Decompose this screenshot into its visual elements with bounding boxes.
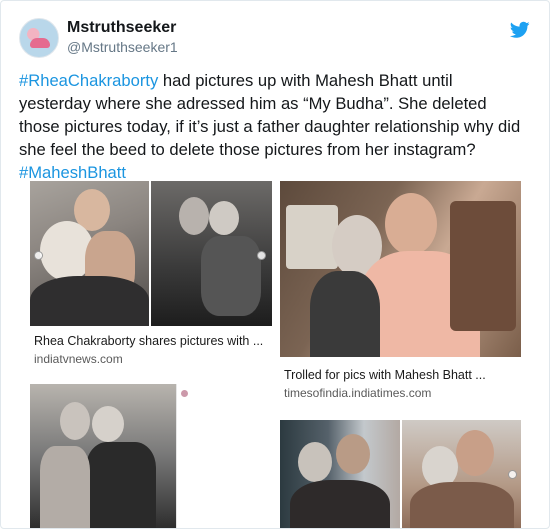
- image-result-1[interactable]: Rhea Chakraborty shares pictures with ..…: [30, 181, 272, 371]
- result-source[interactable]: timesofindia.indiatimes.com: [284, 386, 431, 400]
- photo-1-right: [151, 181, 272, 326]
- photo-4-left: [280, 420, 400, 528]
- carousel-dot-right[interactable]: [508, 470, 517, 479]
- image-result-4[interactable]: [280, 420, 521, 528]
- image-result-3[interactable]: [30, 384, 272, 528]
- photo-4-right: [402, 420, 521, 528]
- result-caption[interactable]: Rhea Chakraborty shares pictures with ..…: [34, 334, 263, 348]
- instagram-comments-screenshot: [176, 384, 272, 528]
- tweet-card: Mstruthseeker @Mstruthseeker1 #RheaChakr…: [0, 0, 550, 529]
- twitter-bird-icon[interactable]: [510, 21, 530, 39]
- photo-3: [30, 384, 176, 528]
- user-handle[interactable]: @Mstruthseeker1: [67, 39, 178, 55]
- photo-2: [280, 181, 521, 357]
- hashtag-rheachakraborty[interactable]: #RheaChakraborty: [19, 71, 158, 90]
- avatar[interactable]: [19, 18, 59, 58]
- carousel-dot-left[interactable]: [34, 251, 43, 260]
- hashtag-maheshbhatt[interactable]: #MaheshBhatt: [19, 163, 126, 182]
- tweet-text: #RheaChakraborty had pictures up with Ma…: [19, 69, 524, 184]
- display-name[interactable]: Mstruthseeker: [67, 19, 176, 37]
- result-source[interactable]: indiatvnews.com: [34, 352, 123, 366]
- image-result-2[interactable]: Trolled for pics with Mahesh Bhatt ... t…: [280, 181, 521, 403]
- photo-1-left: [30, 181, 149, 326]
- result-caption[interactable]: Trolled for pics with Mahesh Bhatt ...: [284, 368, 486, 382]
